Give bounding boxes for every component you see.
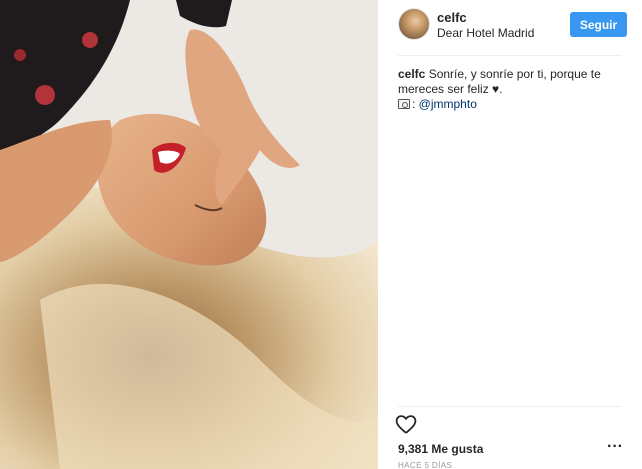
avatar[interactable] xyxy=(398,8,430,40)
credit-prefix: : xyxy=(412,97,419,111)
camera-icon xyxy=(398,99,410,109)
like-button[interactable] xyxy=(394,412,418,436)
caption-username[interactable]: celfc xyxy=(398,67,425,81)
more-options-icon[interactable]: ··· xyxy=(606,439,624,456)
post-username[interactable]: celfc xyxy=(437,10,467,25)
post-header: celfc Dear Hotel Madrid Seguir xyxy=(378,0,642,56)
post-side-panel: celfc Dear Hotel Madrid Seguir celfc Son… xyxy=(378,0,642,469)
likes-count[interactable]: 9,381 Me gusta xyxy=(398,442,483,456)
post-photo[interactable] xyxy=(0,0,378,469)
credit-mention-link[interactable]: @jmmphto xyxy=(419,97,477,111)
post-photo-illustration xyxy=(0,0,378,469)
heart-outline-icon xyxy=(395,415,417,434)
follow-button[interactable]: Seguir xyxy=(570,12,627,37)
post-timestamp[interactable]: Hace 5 días xyxy=(398,461,452,469)
actions-divider xyxy=(398,406,622,407)
post-location[interactable]: Dear Hotel Madrid xyxy=(437,26,534,40)
header-divider xyxy=(398,55,622,56)
post-caption: celfc Sonríe, y sonríe por ti, porque te… xyxy=(398,67,624,112)
caption-text: Sonríe, y sonríe por ti, porque te merec… xyxy=(398,67,601,96)
caption-credit: : @jmmphto xyxy=(398,97,624,112)
